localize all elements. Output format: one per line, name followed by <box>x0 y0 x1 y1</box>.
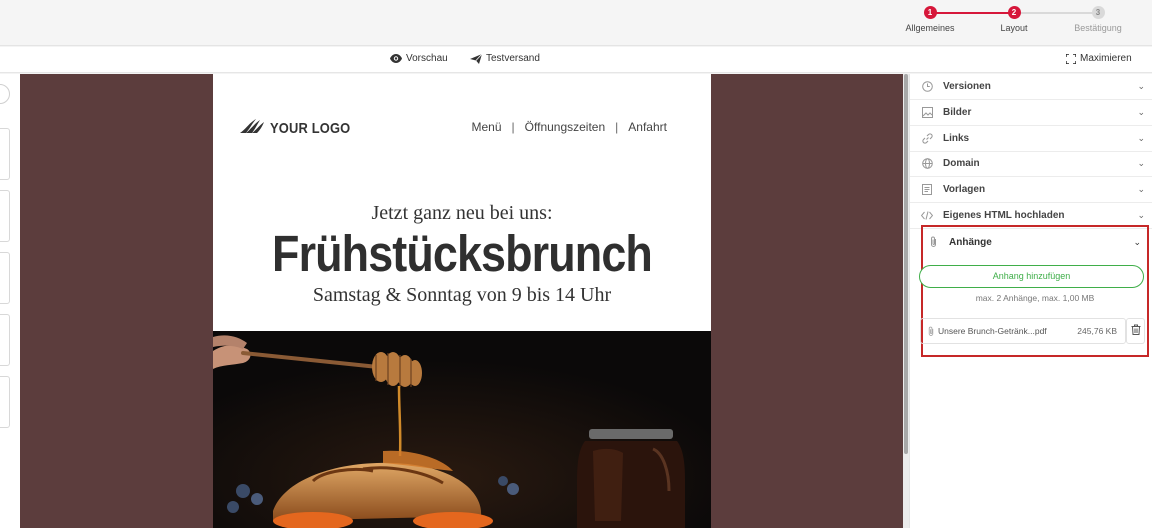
attachments-label: Anhänge <box>949 236 992 248</box>
preview-button[interactable]: Vorschau <box>390 53 448 64</box>
accordion-domain[interactable]: Domain ⌄ <box>910 151 1152 177</box>
step-bestaetigung[interactable]: 3 Bestätigung <box>1058 6 1138 33</box>
template-icon <box>920 183 934 197</box>
email-nav-link-directions[interactable]: Anfahrt <box>628 120 667 134</box>
top-bar: 1 Allgemeines 2 Layout 3 Bestätigung <box>0 0 1152 46</box>
accordion-label: Versionen <box>943 81 991 92</box>
email-logo[interactable]: YOUR LOGO <box>240 119 363 138</box>
accordion-vorlagen[interactable]: Vorlagen ⌄ <box>910 177 1152 203</box>
image-icon <box>920 106 934 120</box>
eye-icon <box>390 54 402 63</box>
accordion-label: Eigenes HTML hochladen <box>943 210 1065 221</box>
paperclip-icon <box>926 235 940 249</box>
add-attachment-button[interactable]: Anhang hinzufügen <box>919 265 1144 288</box>
accordion-label: Vorlagen <box>943 184 986 195</box>
chevron-down-icon: ⌄ <box>1137 210 1145 220</box>
delete-attachment-button[interactable] <box>1126 318 1145 344</box>
nav-separator: | <box>615 120 619 134</box>
code-icon <box>920 209 934 223</box>
left-tool-strip <box>0 74 20 528</box>
tool-button[interactable] <box>0 84 10 104</box>
headline-intro: Jetzt ganz neu bei uns: <box>371 202 553 224</box>
chevron-down-icon: ⌄ <box>1133 236 1141 247</box>
attachment-file-item[interactable]: Unsere Brunch-Getränk...pdf 245,76 KB <box>920 318 1126 344</box>
step-number-badge: 3 <box>1091 6 1105 19</box>
tool-block[interactable] <box>0 376 10 428</box>
attachment-limit-text: max. 2 Anhänge, max. 1,00 MB <box>975 293 1095 303</box>
tool-block[interactable] <box>0 314 10 366</box>
chevron-down-icon: ⌄ <box>1137 133 1145 143</box>
chevron-down-icon: ⌄ <box>1137 81 1145 91</box>
accordion-versionen[interactable]: Versionen ⌄ <box>910 74 1152 100</box>
paperclip-icon <box>927 326 935 337</box>
tool-block[interactable] <box>0 252 10 304</box>
link-icon <box>920 132 934 146</box>
globe-icon <box>920 157 934 171</box>
maximize-button[interactable]: Maximieren <box>1066 53 1132 64</box>
email-preview[interactable]: YOUR LOGO Menü | Öffnungszeiten | Anfahr… <box>213 74 711 528</box>
editor-canvas: YOUR LOGO Menü | Öffnungszeiten | Anfahr… <box>20 74 903 528</box>
trash-icon <box>1131 322 1141 340</box>
logo-wings-icon <box>240 119 264 138</box>
step-allgemeines[interactable]: 1 Allgemeines <box>890 6 970 33</box>
email-hero-text[interactable]: Jetzt ganz neu bei uns: Frühstücksbrunch… <box>213 202 711 307</box>
clock-icon <box>920 80 934 94</box>
chevron-down-icon: ⌄ <box>1137 184 1145 194</box>
accordion-bilder[interactable]: Bilder ⌄ <box>910 100 1152 126</box>
chevron-down-icon: ⌄ <box>1137 107 1145 117</box>
attachments-section: Anhänge ⌄ Anhang hinzufügen max. 2 Anhän… <box>919 225 1149 357</box>
email-nav: Menü | Öffnungszeiten | Anfahrt <box>472 120 668 134</box>
headline: Frühstücksbrunch <box>272 225 653 282</box>
step-label: Layout <box>1000 23 1028 33</box>
attachment-filesize: 245,76 KB <box>1077 326 1117 336</box>
logo-text: YOUR LOGO <box>270 120 351 137</box>
step-number-badge: 2 <box>1007 6 1021 19</box>
maximize-label: Maximieren <box>1080 53 1132 64</box>
accordion-links[interactable]: Links ⌄ <box>910 126 1152 152</box>
tool-block[interactable] <box>0 190 10 242</box>
expand-icon <box>1066 53 1076 64</box>
hero-image-croissant-honey[interactable] <box>213 331 711 528</box>
accordion-label: Bilder <box>943 107 972 118</box>
step-label: Allgemeines <box>905 23 955 33</box>
step-label: Bestätigung <box>1074 23 1122 33</box>
accordion-label: Links <box>943 133 970 144</box>
accordion-label: Domain <box>943 158 980 169</box>
email-header: YOUR LOGO Menü | Öffnungszeiten | Anfahr… <box>213 74 711 184</box>
wizard-stepper: 1 Allgemeines 2 Layout 3 Bestätigung <box>900 6 1140 40</box>
test-send-label: Testversand <box>486 53 540 64</box>
email-nav-link-menu[interactable]: Menü <box>472 120 502 134</box>
editor-toolbar: Vorschau Testversand Maximieren <box>0 47 1152 73</box>
test-send-button[interactable]: Testversand <box>470 53 540 64</box>
tool-block[interactable] <box>0 128 10 180</box>
nav-separator: | <box>511 120 515 134</box>
step-number-badge: 1 <box>923 6 937 19</box>
preview-label: Vorschau <box>406 53 448 64</box>
headline-subtitle: Samstag & Sonntag von 9 bis 14 Uhr <box>312 284 612 306</box>
email-nav-link-hours[interactable]: Öffnungszeiten <box>525 120 606 134</box>
accordion-anhaenge[interactable]: Anhänge ⌄ <box>923 227 1147 257</box>
attachment-filename: Unsere Brunch-Getränk...pdf <box>938 326 1047 336</box>
scrollbar-thumb[interactable] <box>904 74 908 454</box>
chevron-down-icon: ⌄ <box>1137 158 1145 168</box>
step-layout[interactable]: 2 Layout <box>974 6 1054 33</box>
paper-plane-icon <box>470 53 482 64</box>
